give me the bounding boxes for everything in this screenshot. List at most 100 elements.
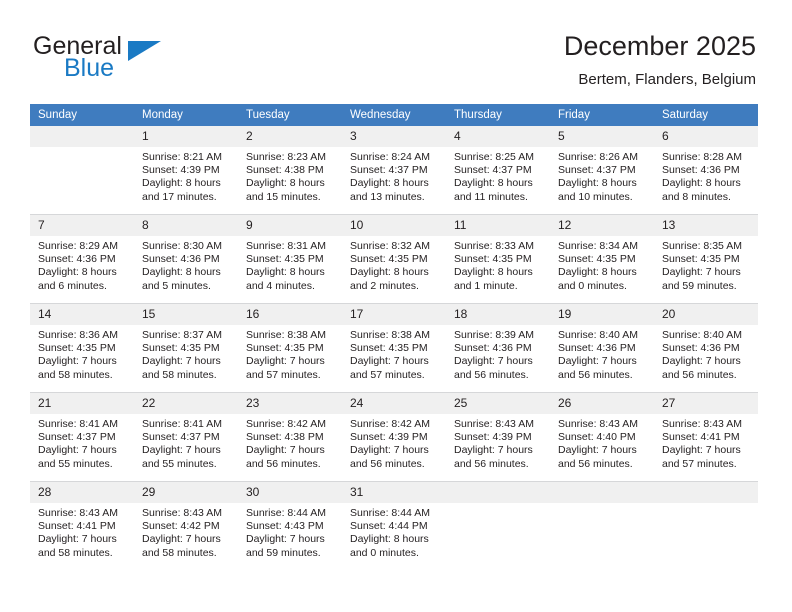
day-cell[interactable]: 20 Sunrise: 8:40 AM Sunset: 4:36 PM Dayl… — [654, 303, 758, 393]
sunset-text: Sunset: 4:38 PM — [246, 431, 324, 444]
day-cell[interactable]: 6 Sunrise: 8:28 AM Sunset: 4:36 PM Dayli… — [654, 126, 758, 215]
day-cell[interactable]: 1 Sunrise: 8:21 AM Sunset: 4:39 PM Dayli… — [134, 126, 238, 215]
daylight-text-line1: Daylight: 8 hours — [142, 177, 221, 190]
day-info — [446, 503, 550, 507]
daylight-text-line2: and 15 minutes. — [246, 190, 321, 203]
daylight-text-line1: Daylight: 7 hours — [558, 355, 637, 368]
sunset-text: Sunset: 4:44 PM — [350, 520, 428, 533]
day-cell[interactable]: 22 Sunrise: 8:41 AM Sunset: 4:37 PM Dayl… — [134, 392, 238, 482]
day-cell[interactable]: 8 Sunrise: 8:30 AM Sunset: 4:36 PM Dayli… — [134, 214, 238, 304]
day-info — [30, 147, 134, 151]
calendar-grid: Sunday Monday Tuesday Wednesday Thursday… — [30, 104, 758, 570]
day-cell[interactable]: 14 Sunrise: 8:36 AM Sunset: 4:35 PM Dayl… — [30, 303, 134, 393]
daylight-text-line2: and 59 minutes. — [662, 279, 737, 292]
sunset-text: Sunset: 4:35 PM — [350, 342, 428, 355]
sunset-text: Sunset: 4:36 PM — [454, 342, 532, 355]
day-cell[interactable]: 31 Sunrise: 8:44 AM Sunset: 4:44 PM Dayl… — [342, 481, 446, 570]
sunrise-text: Sunrise: 8:35 AM — [662, 240, 742, 252]
day-number: 14 — [30, 304, 134, 325]
daylight-text-line2: and 0 minutes. — [350, 546, 419, 559]
daylight-text-line2: and 6 minutes. — [38, 279, 107, 292]
sunset-text: Sunset: 4:35 PM — [350, 253, 428, 266]
day-cell[interactable]: 27 Sunrise: 8:43 AM Sunset: 4:41 PM Dayl… — [654, 392, 758, 482]
day-cell[interactable]: 4 Sunrise: 8:25 AM Sunset: 4:37 PM Dayli… — [446, 126, 550, 215]
sunset-text: Sunset: 4:42 PM — [142, 520, 220, 533]
day-cell[interactable] — [30, 126, 134, 215]
sunrise-text: Sunrise: 8:21 AM — [142, 151, 222, 163]
sunrise-text: Sunrise: 8:25 AM — [454, 151, 534, 163]
daylight-text-line1: Daylight: 8 hours — [558, 266, 637, 279]
daylight-text-line2: and 55 minutes. — [142, 457, 217, 470]
sunset-text: Sunset: 4:36 PM — [662, 164, 740, 177]
daylight-text-line2: and 58 minutes. — [38, 368, 113, 381]
daylight-text-line1: Daylight: 7 hours — [350, 444, 429, 457]
sunrise-text: Sunrise: 8:38 AM — [246, 329, 326, 341]
day-cell[interactable]: 7 Sunrise: 8:29 AM Sunset: 4:36 PM Dayli… — [30, 214, 134, 304]
day-cell[interactable]: 5 Sunrise: 8:26 AM Sunset: 4:37 PM Dayli… — [550, 126, 654, 215]
page-subtitle: Bertem, Flanders, Belgium — [578, 71, 756, 88]
daylight-text-line2: and 56 minutes. — [558, 457, 633, 470]
day-cell[interactable]: 26 Sunrise: 8:43 AM Sunset: 4:40 PM Dayl… — [550, 392, 654, 482]
daylight-text-line1: Daylight: 8 hours — [350, 177, 429, 190]
daylight-text-line1: Daylight: 7 hours — [662, 266, 741, 279]
day-cell[interactable]: 15 Sunrise: 8:37 AM Sunset: 4:35 PM Dayl… — [134, 303, 238, 393]
day-cell[interactable] — [550, 481, 654, 570]
day-info: Sunrise: 8:26 AM Sunset: 4:37 PM Dayligh… — [550, 147, 654, 204]
day-cell[interactable]: 16 Sunrise: 8:38 AM Sunset: 4:35 PM Dayl… — [238, 303, 342, 393]
daylight-text-line1: Daylight: 7 hours — [662, 444, 741, 457]
day-cell[interactable]: 3 Sunrise: 8:24 AM Sunset: 4:37 PM Dayli… — [342, 126, 446, 215]
daylight-text-line1: Daylight: 7 hours — [246, 355, 325, 368]
day-cell[interactable]: 2 Sunrise: 8:23 AM Sunset: 4:38 PM Dayli… — [238, 126, 342, 215]
day-number — [30, 126, 134, 147]
calendar-week-row: 1 Sunrise: 8:21 AM Sunset: 4:39 PM Dayli… — [30, 126, 758, 215]
daylight-text-line1: Daylight: 7 hours — [246, 444, 325, 457]
day-cell[interactable]: 10 Sunrise: 8:32 AM Sunset: 4:35 PM Dayl… — [342, 214, 446, 304]
daylight-text-line2: and 56 minutes. — [558, 368, 633, 381]
day-cell[interactable]: 30 Sunrise: 8:44 AM Sunset: 4:43 PM Dayl… — [238, 481, 342, 570]
day-cell[interactable] — [446, 481, 550, 570]
daylight-text-line1: Daylight: 7 hours — [38, 444, 117, 457]
day-info: Sunrise: 8:34 AM Sunset: 4:35 PM Dayligh… — [550, 236, 654, 293]
sunrise-text: Sunrise: 8:24 AM — [350, 151, 430, 163]
day-cell[interactable]: 24 Sunrise: 8:42 AM Sunset: 4:39 PM Dayl… — [342, 392, 446, 482]
day-number: 18 — [446, 304, 550, 325]
daylight-text-line2: and 58 minutes. — [142, 546, 217, 559]
day-info: Sunrise: 8:43 AM Sunset: 4:40 PM Dayligh… — [550, 414, 654, 471]
day-cell[interactable]: 12 Sunrise: 8:34 AM Sunset: 4:35 PM Dayl… — [550, 214, 654, 304]
day-number: 15 — [134, 304, 238, 325]
sunrise-text: Sunrise: 8:44 AM — [350, 507, 430, 519]
day-cell[interactable]: 11 Sunrise: 8:33 AM Sunset: 4:35 PM Dayl… — [446, 214, 550, 304]
day-number: 4 — [446, 126, 550, 147]
day-cell[interactable]: 19 Sunrise: 8:40 AM Sunset: 4:36 PM Dayl… — [550, 303, 654, 393]
day-cell[interactable]: 9 Sunrise: 8:31 AM Sunset: 4:35 PM Dayli… — [238, 214, 342, 304]
day-cell[interactable] — [654, 481, 758, 570]
daylight-text-line1: Daylight: 7 hours — [38, 355, 117, 368]
sunrise-text: Sunrise: 8:34 AM — [558, 240, 638, 252]
daylight-text-line1: Daylight: 7 hours — [142, 444, 221, 457]
sunrise-text: Sunrise: 8:43 AM — [454, 418, 534, 430]
day-cell[interactable]: 21 Sunrise: 8:41 AM Sunset: 4:37 PM Dayl… — [30, 392, 134, 482]
day-cell[interactable]: 28 Sunrise: 8:43 AM Sunset: 4:41 PM Dayl… — [30, 481, 134, 570]
sunrise-text: Sunrise: 8:42 AM — [350, 418, 430, 430]
daylight-text-line2: and 10 minutes. — [558, 190, 633, 203]
sunrise-text: Sunrise: 8:43 AM — [142, 507, 222, 519]
day-cell[interactable]: 18 Sunrise: 8:39 AM Sunset: 4:36 PM Dayl… — [446, 303, 550, 393]
daylight-text-line1: Daylight: 8 hours — [38, 266, 117, 279]
day-cell[interactable]: 25 Sunrise: 8:43 AM Sunset: 4:39 PM Dayl… — [446, 392, 550, 482]
day-info: Sunrise: 8:24 AM Sunset: 4:37 PM Dayligh… — [342, 147, 446, 204]
day-cell[interactable]: 13 Sunrise: 8:35 AM Sunset: 4:35 PM Dayl… — [654, 214, 758, 304]
sunset-text: Sunset: 4:37 PM — [454, 164, 532, 177]
daylight-text-line2: and 0 minutes. — [558, 279, 627, 292]
sunrise-text: Sunrise: 8:33 AM — [454, 240, 534, 252]
day-cell[interactable]: 29 Sunrise: 8:43 AM Sunset: 4:42 PM Dayl… — [134, 481, 238, 570]
daylight-text-line1: Daylight: 8 hours — [350, 266, 429, 279]
day-info: Sunrise: 8:33 AM Sunset: 4:35 PM Dayligh… — [446, 236, 550, 293]
day-info: Sunrise: 8:30 AM Sunset: 4:36 PM Dayligh… — [134, 236, 238, 293]
sunset-text: Sunset: 4:39 PM — [350, 431, 428, 444]
day-cell[interactable]: 17 Sunrise: 8:38 AM Sunset: 4:35 PM Dayl… — [342, 303, 446, 393]
day-info: Sunrise: 8:21 AM Sunset: 4:39 PM Dayligh… — [134, 147, 238, 204]
day-number: 17 — [342, 304, 446, 325]
day-cell[interactable]: 23 Sunrise: 8:42 AM Sunset: 4:38 PM Dayl… — [238, 392, 342, 482]
daylight-text-line2: and 1 minute. — [454, 279, 518, 292]
day-info: Sunrise: 8:35 AM Sunset: 4:35 PM Dayligh… — [654, 236, 758, 293]
